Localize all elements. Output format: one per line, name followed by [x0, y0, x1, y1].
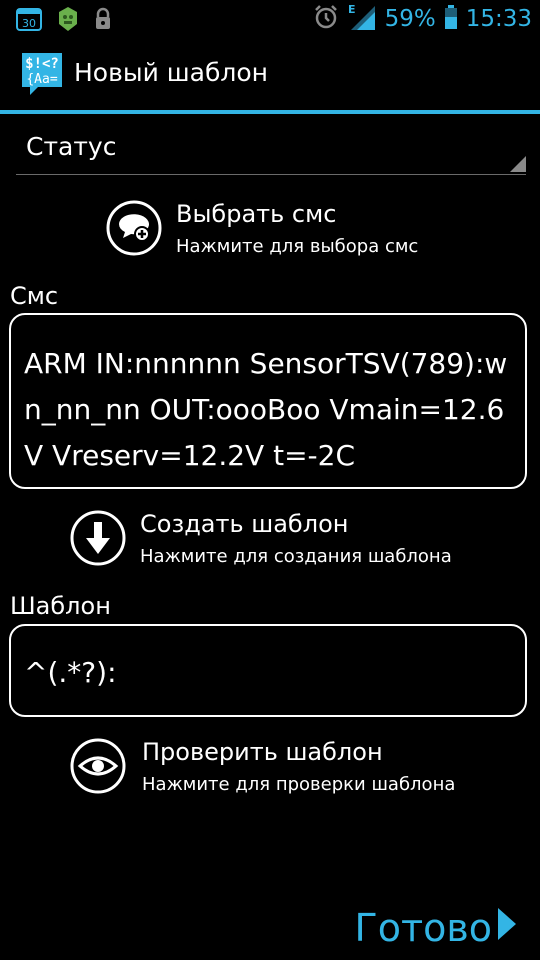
svg-text:{Aa=: {Aa= — [26, 72, 57, 87]
android-app-icon — [56, 6, 80, 36]
lock-icon — [94, 7, 112, 35]
svg-text:$!<?: $!<? — [25, 56, 59, 72]
calendar-icon: 30 — [16, 6, 42, 36]
template-label: Шаблон — [10, 592, 111, 620]
sms-text-value: ARM IN:nnnnnn SensorTSV(789):wn_nn_nn OU… — [24, 347, 508, 472]
clock: 15:33 — [465, 6, 532, 32]
notification-icons: 30 — [16, 6, 112, 36]
create-template-button[interactable]: Создать шаблон Нажмите для создания шабл… — [70, 510, 480, 574]
page-title: Новый шаблон — [74, 58, 268, 87]
svg-text:30: 30 — [22, 17, 36, 30]
chat-bubble-plus-icon — [106, 200, 162, 256]
action-bar-divider — [0, 110, 540, 114]
arrow-down-circle-icon — [70, 510, 126, 566]
done-button[interactable]: Готово — [355, 902, 516, 954]
dropdown-corner-icon — [510, 156, 526, 172]
template-text-field[interactable]: ^(.*?): — [9, 624, 527, 717]
action-bar: $!<? {Aa= Новый шаблон — [0, 38, 540, 110]
status-spinner[interactable]: Статус — [16, 124, 526, 175]
select-sms-button[interactable]: Выбрать смс Нажмите для выбора смс — [106, 200, 436, 264]
sms-text-field[interactable]: ARM IN:nnnnnn SensorTSV(789):wn_nn_nn OU… — [9, 313, 527, 489]
select-sms-title: Выбрать смс — [176, 200, 337, 228]
spinner-selected-value: Статус — [26, 132, 117, 161]
svg-text:E: E — [348, 3, 356, 16]
battery-percent: 59% — [384, 6, 436, 32]
select-sms-subtitle: Нажмите для выбора смс — [176, 236, 419, 257]
create-template-title: Создать шаблон — [140, 510, 349, 538]
arrow-right-icon — [498, 908, 516, 940]
check-template-subtitle: Нажмите для проверки шаблона — [142, 774, 456, 795]
status-bar: 30 E 59% 15:33 — [0, 0, 540, 38]
template-text-value: ^(.*?): — [24, 656, 117, 689]
done-label: Готово — [354, 906, 492, 950]
sms-label: Смс — [10, 282, 59, 310]
battery-icon — [444, 4, 458, 34]
app-logo-icon[interactable]: $!<? {Aa= — [20, 51, 64, 97]
create-template-subtitle: Нажмите для создания шаблона — [140, 546, 452, 567]
check-template-button[interactable]: Проверить шаблон Нажмите для проверки ша… — [70, 738, 480, 802]
signal-icon: E — [347, 2, 377, 36]
system-icons: E 59% 15:33 — [313, 2, 532, 36]
check-template-title: Проверить шаблон — [142, 738, 383, 766]
alarm-icon — [313, 4, 339, 34]
eye-icon — [70, 738, 126, 794]
